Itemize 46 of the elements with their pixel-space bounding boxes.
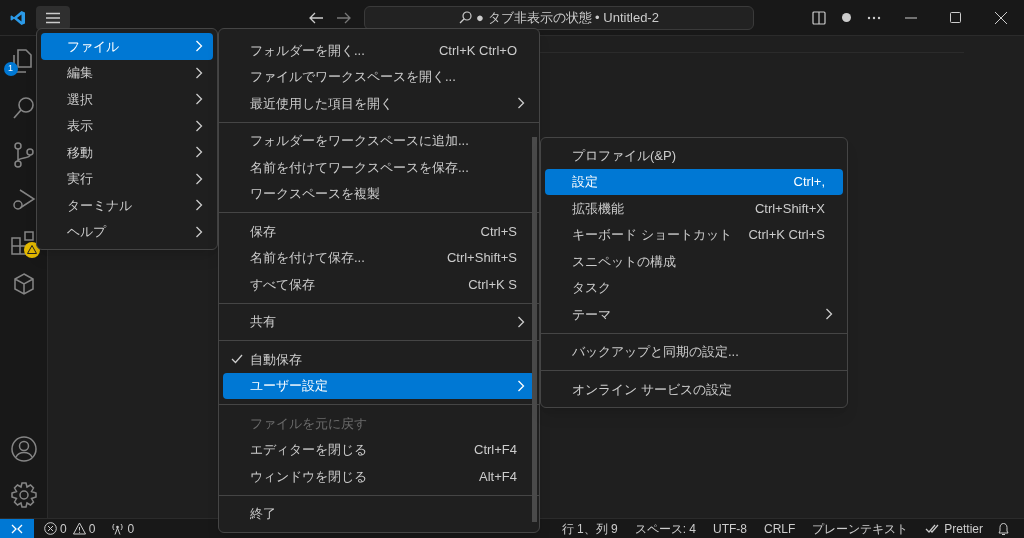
command-center[interactable]: ● タブ非表示の状態 • Untitled-2 [364, 5, 754, 30]
menu-item[interactable]: 終了 [223, 500, 535, 527]
ports-count: 0 [127, 520, 135, 538]
menu-item[interactable]: テーマ [545, 301, 843, 328]
menu-item[interactable]: 共有 [223, 308, 535, 335]
menu-item[interactable]: フォルダーをワークスペースに追加... [223, 127, 535, 154]
menu-item[interactable]: ファイル [41, 33, 213, 60]
prettier-button[interactable]: Prettier [925, 519, 983, 538]
menu-item[interactable]: スニペットの構成 [545, 248, 843, 275]
menu-item[interactable]: タスク [545, 274, 843, 301]
menu-item[interactable]: 拡張機能 Ctrl+Shift+X [545, 195, 843, 222]
ports-button[interactable]: 0 [111, 519, 135, 538]
menu-item[interactable]: オンライン サービスの設定 [545, 376, 843, 403]
menu-item[interactable]: 保存 Ctrl+S [223, 218, 535, 245]
menu-item[interactable]: 自動保存 [223, 346, 535, 373]
menu-item[interactable]: 名前を付けて保存... Ctrl+Shift+S [223, 244, 535, 271]
menu-item[interactable]: エディターを閉じる Ctrl+F4 [223, 436, 535, 463]
menu-item[interactable]: 最近使用した項目を開く [223, 90, 535, 117]
menu-item[interactable]: プロファイル(&P) [545, 142, 843, 169]
status-item[interactable]: 行 1、列 9 [561, 519, 618, 538]
menu-item[interactable]: 選択 [41, 86, 213, 113]
menu-item[interactable]: ファイルでワークスペースを開く... [223, 63, 535, 90]
problems-button[interactable]: 0 0 [44, 519, 96, 538]
status-item[interactable]: CRLF [763, 519, 796, 538]
error-count: 0 [60, 520, 67, 538]
menu-item[interactable]: 実行 [41, 165, 213, 192]
menu-item[interactable]: ウィンドウを閉じる Alt+F4 [223, 463, 535, 490]
menu-item[interactable]: 名前を付けてワークスペースを保存... [223, 154, 535, 181]
menu-item[interactable]: 表示 [41, 112, 213, 139]
warning-count: 0 [88, 520, 96, 538]
menu-item[interactable]: 編集 [41, 59, 213, 86]
menu-item[interactable]: キーボード ショートカット Ctrl+K Ctrl+S [545, 221, 843, 248]
window-title: ● タブ非表示の状態 • Untitled-2 [476, 8, 659, 27]
status-item[interactable]: スペース: 4 [634, 519, 696, 538]
menu-item[interactable]: フォルダーを開く... Ctrl+K Ctrl+O [223, 37, 535, 64]
menu-item[interactable]: ターミナル [41, 192, 213, 219]
notification-badge: 1 [3, 62, 18, 76]
status-item[interactable]: プレーンテキスト [812, 519, 909, 538]
status-item[interactable]: UTF-8 [712, 519, 747, 538]
menu-item[interactable]: ヘルプ [41, 218, 213, 245]
menu-item[interactable]: 設定 Ctrl+, [545, 168, 843, 195]
menu-item[interactable]: 移動 [41, 139, 213, 166]
menu-item[interactable]: バックアップと同期の設定... [545, 338, 843, 365]
menu-item[interactable]: すべて保存 Ctrl+K S [223, 271, 535, 298]
menu-item[interactable]: ワークスペースを複製 [223, 180, 535, 207]
menu-item[interactable]: ユーザー設定 [223, 372, 535, 399]
